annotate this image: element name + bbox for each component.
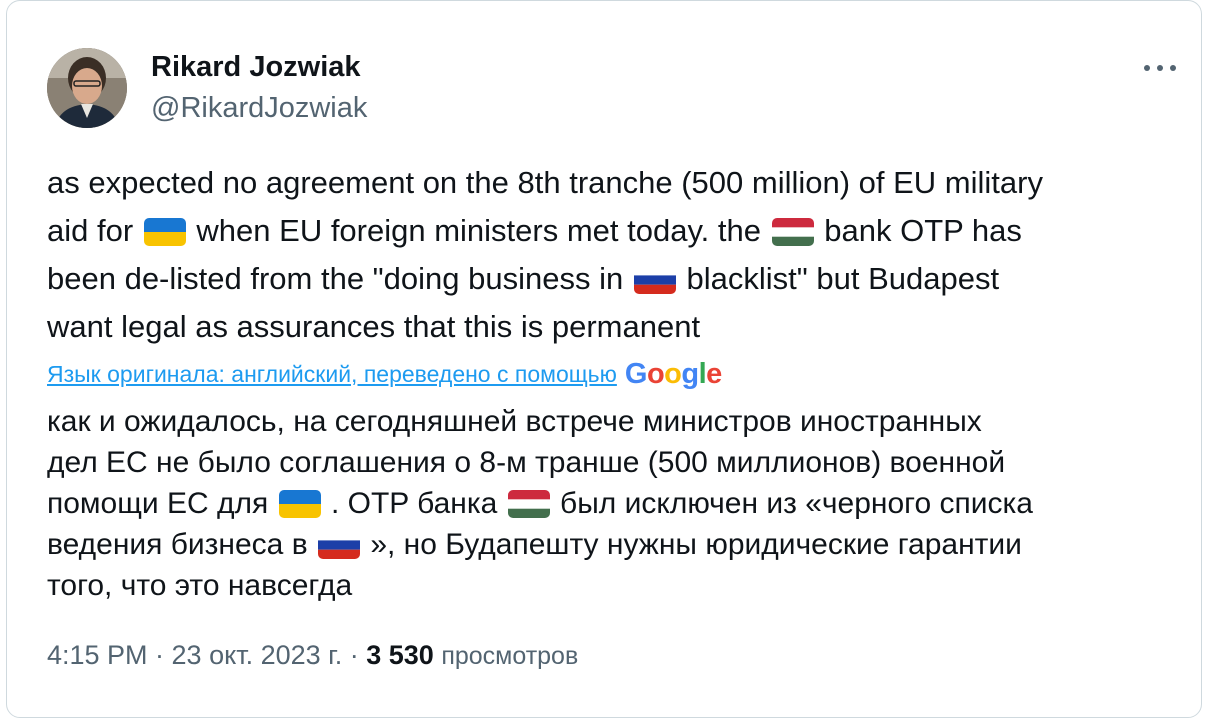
translated-line: того, что это навсегда — [47, 569, 353, 602]
tweet-text: as expected no agreement on the 8th tran… — [47, 159, 1187, 351]
translated-text-segment: был исключен из «черного списка — [560, 487, 1033, 520]
timestamp-link[interactable]: 4:15 PM · 23 окт. 2023 г. · — [47, 640, 359, 670]
translated-text-segment: помощи ЕС для — [47, 487, 269, 520]
author-name[interactable]: Rikard Jozwiak — [151, 51, 361, 84]
more-horizontal-icon[interactable] — [1140, 53, 1180, 83]
translated-text-segment: ведения бизнеса в — [47, 528, 308, 561]
flag-russia-icon — [317, 531, 360, 559]
translation-link[interactable]: Язык оригинала: английский, переведено с… — [47, 361, 617, 388]
tweet-text-segment: blacklist" but Budapest — [686, 261, 1000, 296]
translation-attribution: Язык оригинала: английский, переведено с… — [47, 357, 722, 391]
views-count: 3 530 — [366, 640, 434, 670]
translated-text-segment: . OTP банка — [330, 487, 498, 520]
translated-line: дел ЕС не было соглашения о 8-м транше (… — [47, 446, 1006, 479]
tweet-line: been de-listed from the "doing business … — [47, 255, 1187, 303]
flag-hungary-icon — [507, 490, 550, 518]
tweet-line: aid for when EU foreign ministers met to… — [47, 207, 1187, 255]
tweet-text-segment: been de-listed from the "doing business … — [47, 261, 624, 296]
tweet-text-segment: when EU foreign ministers met today. the — [196, 213, 761, 248]
tweet-text-segment: aid for — [47, 213, 134, 248]
views-label: просмотров — [441, 642, 579, 670]
translated-line: ведения бизнеса в », но Будапешту нужны … — [47, 524, 1187, 565]
tweet-meta: 4:15 PM · 23 окт. 2023 г. · 3 530 просмо… — [47, 640, 578, 671]
avatar[interactable] — [47, 48, 127, 128]
tweet-card: Rikard Jozwiak @RikardJozwiak as expecte… — [6, 0, 1202, 718]
translated-line: помощи ЕС для . OTP банка был исключен и… — [47, 483, 1187, 524]
google-logo: Google — [624, 357, 722, 390]
flag-ukraine-icon — [278, 490, 321, 518]
tweet-line: as expected no agreement on the 8th tran… — [47, 165, 1043, 200]
tweet-text-segment: bank OTP has — [824, 213, 1022, 248]
flag-ukraine-icon — [143, 218, 186, 246]
translated-text-segment: », но Будапешту нужны юридические гарант… — [370, 528, 1022, 561]
translated-text: как и ожидалось, на сегодняшней встрече … — [47, 401, 1187, 606]
flag-hungary-icon — [771, 218, 814, 246]
flag-russia-icon — [633, 266, 676, 294]
translated-line: как и ожидалось, на сегодняшней встрече … — [47, 405, 982, 438]
author-handle[interactable]: @RikardJozwiak — [151, 92, 367, 125]
tweet-line: want legal as assurances that this is pe… — [47, 309, 701, 344]
